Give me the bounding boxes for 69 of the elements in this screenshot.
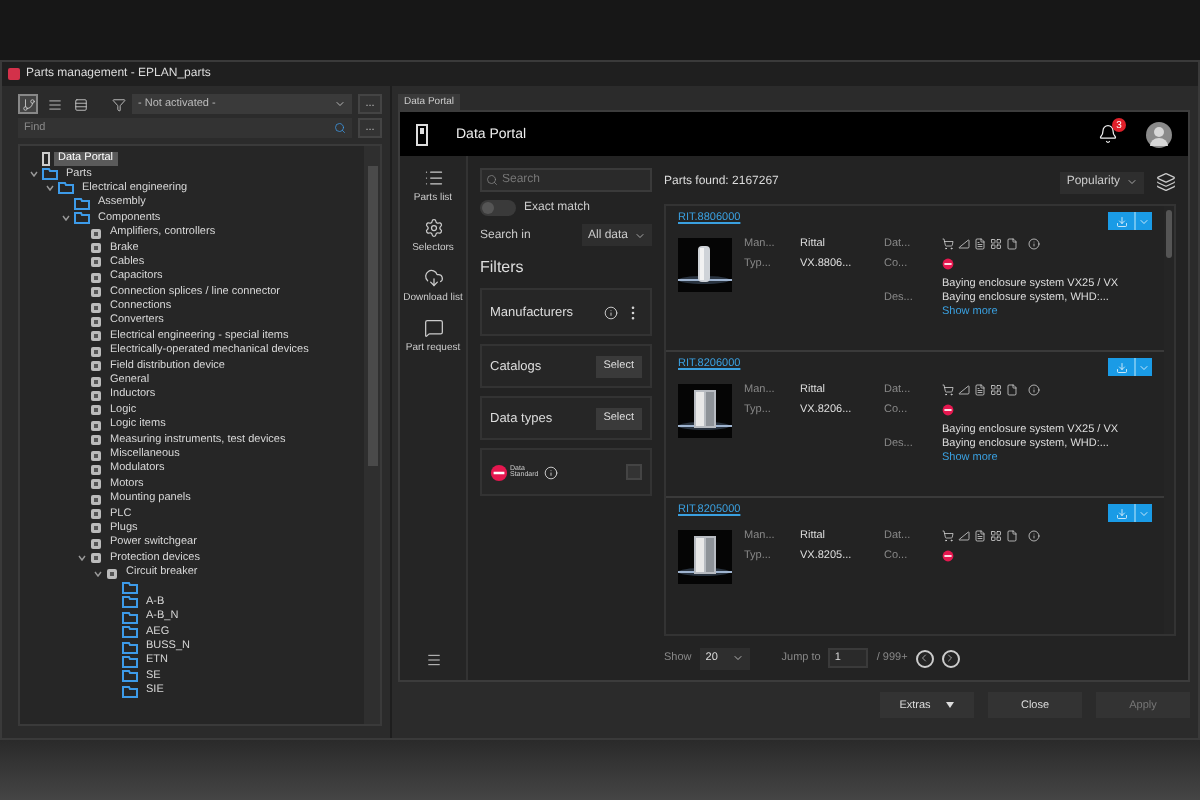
layers-icon[interactable] (1156, 172, 1176, 192)
document-icon (974, 530, 986, 542)
chevron-down-icon (1138, 507, 1150, 519)
triangle-icon (958, 530, 970, 542)
download-icon (1115, 361, 1127, 373)
document-icon (974, 238, 986, 250)
e-logo-icon (942, 258, 954, 270)
expander-icon[interactable] (61, 214, 69, 223)
grid-icon (990, 384, 1002, 396)
chevron-down-icon (334, 98, 346, 110)
menu-icon (425, 652, 441, 668)
grid-icon (990, 238, 1002, 250)
chevron-down-icon (731, 652, 744, 664)
file-icon (1006, 384, 1018, 396)
chevron-down-icon (1138, 361, 1150, 373)
view-button[interactable] (70, 94, 90, 114)
chevron-down-icon (1126, 176, 1138, 188)
list-view-icon (47, 97, 61, 111)
cart-icon (942, 384, 954, 396)
chevron-down-icon (634, 229, 646, 241)
component-icon (106, 567, 118, 580)
expander-icon[interactable] (29, 170, 37, 179)
caret-icon (946, 702, 955, 708)
previous-page-button[interactable] (915, 649, 934, 667)
cabinet-icon (42, 152, 50, 167)
checkbox[interactable] (626, 464, 642, 480)
table-view-icon (73, 97, 87, 111)
filter-icon[interactable] (112, 97, 126, 111)
view-button[interactable] (44, 94, 64, 114)
cart-icon (942, 530, 954, 542)
e-logo-icon (490, 463, 508, 481)
e-logo-icon (942, 550, 954, 562)
e-logo-icon (942, 404, 954, 416)
view-button[interactable] (18, 94, 38, 114)
info-icon[interactable] (604, 305, 618, 319)
file-icon (1006, 238, 1018, 250)
grid-icon (990, 530, 1002, 542)
gear-icon (423, 218, 443, 238)
chevron-right-icon (944, 652, 957, 664)
message-icon (423, 318, 443, 338)
file-icon (1006, 530, 1018, 542)
info-icon[interactable] (1028, 530, 1040, 542)
info-icon[interactable] (1028, 384, 1040, 396)
download-icon (1115, 507, 1127, 519)
menu-button[interactable] (425, 652, 441, 668)
triangle-icon (958, 238, 970, 250)
expander-icon[interactable] (93, 569, 101, 578)
search-icon (334, 122, 346, 134)
info-icon[interactable] (1028, 238, 1040, 250)
app-icon (8, 68, 20, 80)
toggle-switch[interactable] (480, 200, 516, 216)
bell-icon[interactable] (1098, 124, 1118, 144)
expander-icon[interactable] (45, 184, 53, 193)
filters-heading: Filters (480, 258, 526, 276)
search-icon (486, 174, 498, 186)
download-icon (1115, 215, 1127, 227)
next-page-button[interactable] (941, 649, 960, 667)
chevron-down-icon (1138, 215, 1150, 227)
cabinet-icon (416, 123, 428, 145)
document-icon (974, 384, 986, 396)
chevron-left-icon (918, 652, 931, 664)
info-icon[interactable] (544, 465, 558, 479)
cart-icon (942, 238, 954, 250)
tree-view-icon (21, 97, 35, 111)
triangle-icon (958, 384, 970, 396)
cloud-download-icon (423, 268, 443, 288)
expander-icon[interactable] (77, 554, 85, 563)
scrollbar[interactable] (364, 146, 380, 724)
avatar[interactable] (1146, 121, 1172, 147)
